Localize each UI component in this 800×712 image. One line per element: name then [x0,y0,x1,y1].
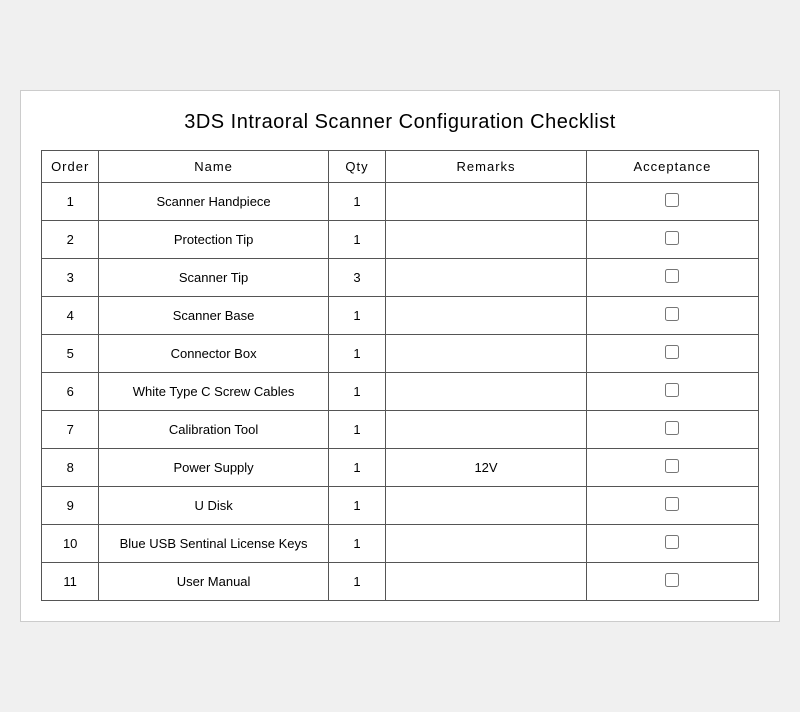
cell-acceptance[interactable] [586,259,758,297]
cell-name: White Type C Screw Cables [99,373,328,411]
cell-name: Power Supply [99,449,328,487]
acceptance-checkbox[interactable] [665,459,679,473]
cell-order: 5 [42,335,99,373]
cell-qty: 1 [328,373,385,411]
table-row: 10Blue USB Sentinal License Keys1 [42,525,759,563]
acceptance-checkbox[interactable] [665,573,679,587]
cell-remarks [386,487,587,525]
acceptance-checkbox[interactable] [665,383,679,397]
cell-order: 9 [42,487,99,525]
col-header-acceptance: Acceptance [586,151,758,183]
cell-remarks [386,525,587,563]
cell-name: Blue USB Sentinal License Keys [99,525,328,563]
cell-remarks: 12V [386,449,587,487]
acceptance-checkbox[interactable] [665,535,679,549]
col-header-remarks: Remarks [386,151,587,183]
cell-qty: 1 [328,297,385,335]
cell-qty: 1 [328,449,385,487]
cell-acceptance[interactable] [586,373,758,411]
cell-qty: 1 [328,221,385,259]
checklist-table: Order Name Qty Remarks Acceptance 1Scann… [41,150,759,601]
table-row: 11User Manual1 [42,563,759,601]
cell-qty: 1 [328,183,385,221]
cell-name: User Manual [99,563,328,601]
cell-acceptance[interactable] [586,297,758,335]
acceptance-checkbox[interactable] [665,231,679,245]
cell-acceptance[interactable] [586,525,758,563]
cell-acceptance[interactable] [586,449,758,487]
table-header-row: Order Name Qty Remarks Acceptance [42,151,759,183]
cell-remarks [386,221,587,259]
cell-qty: 1 [328,335,385,373]
cell-order: 8 [42,449,99,487]
cell-qty: 1 [328,487,385,525]
cell-acceptance[interactable] [586,487,758,525]
table-row: 4Scanner Base1 [42,297,759,335]
table-row: 1Scanner Handpiece1 [42,183,759,221]
cell-order: 3 [42,259,99,297]
cell-name: Connector Box [99,335,328,373]
acceptance-checkbox[interactable] [665,269,679,283]
cell-remarks [386,335,587,373]
page-wrapper: 3DS Intraoral Scanner Configuration Chec… [20,90,780,622]
cell-qty: 1 [328,525,385,563]
table-row: 6White Type C Screw Cables1 [42,373,759,411]
cell-remarks [386,297,587,335]
cell-acceptance[interactable] [586,335,758,373]
acceptance-checkbox[interactable] [665,421,679,435]
acceptance-checkbox[interactable] [665,497,679,511]
table-row: 7Calibration Tool1 [42,411,759,449]
cell-acceptance[interactable] [586,183,758,221]
cell-name: Scanner Handpiece [99,183,328,221]
cell-acceptance[interactable] [586,563,758,601]
cell-order: 10 [42,525,99,563]
cell-name: Calibration Tool [99,411,328,449]
table-row: 8Power Supply112V [42,449,759,487]
cell-name: Scanner Base [99,297,328,335]
acceptance-checkbox[interactable] [665,193,679,207]
cell-remarks [386,563,587,601]
acceptance-checkbox[interactable] [665,307,679,321]
cell-acceptance[interactable] [586,411,758,449]
cell-name: Scanner Tip [99,259,328,297]
table-row: 9U Disk1 [42,487,759,525]
cell-order: 7 [42,411,99,449]
cell-remarks [386,411,587,449]
table-row: 5Connector Box1 [42,335,759,373]
cell-remarks [386,373,587,411]
table-row: 2Protection Tip1 [42,221,759,259]
cell-order: 1 [42,183,99,221]
table-title: 3DS Intraoral Scanner Configuration Chec… [41,111,759,134]
col-header-qty: Qty [328,151,385,183]
cell-name: Protection Tip [99,221,328,259]
cell-acceptance[interactable] [586,221,758,259]
col-header-name: Name [99,151,328,183]
cell-remarks [386,259,587,297]
cell-order: 6 [42,373,99,411]
cell-order: 2 [42,221,99,259]
cell-remarks [386,183,587,221]
cell-qty: 3 [328,259,385,297]
cell-qty: 1 [328,563,385,601]
cell-order: 11 [42,563,99,601]
cell-qty: 1 [328,411,385,449]
cell-name: U Disk [99,487,328,525]
cell-order: 4 [42,297,99,335]
table-row: 3Scanner Tip3 [42,259,759,297]
acceptance-checkbox[interactable] [665,345,679,359]
col-header-order: Order [42,151,99,183]
